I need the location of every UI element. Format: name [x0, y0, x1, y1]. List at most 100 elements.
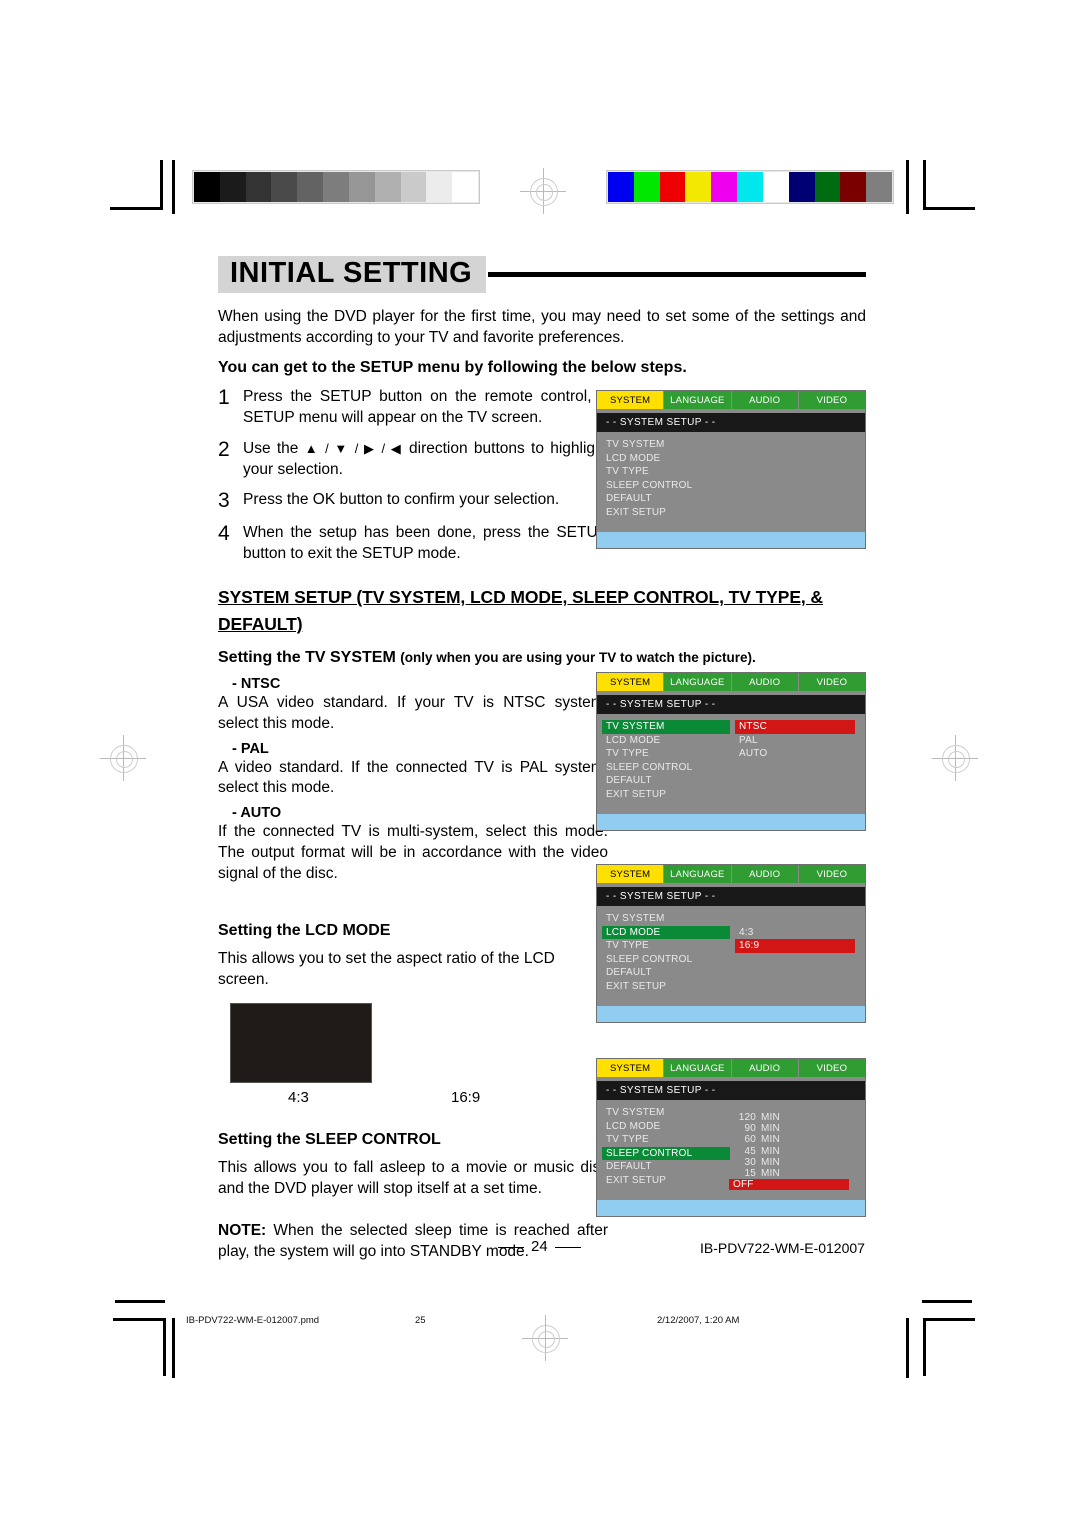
step-text: When the setup has been done, press the … — [243, 523, 608, 562]
osd-tab-language[interactable]: LANGUAGE — [664, 865, 731, 883]
color-swatch — [685, 172, 712, 202]
osd-value-15-min[interactable]: 15 MIN — [729, 1168, 849, 1179]
osd-tab-bar: SYSTEM LANGUAGE AUDIO VIDEO — [597, 865, 865, 883]
print-info-line: IB-PDV722-WM-E-012007.pmd 25 2/12/2007, … — [0, 1315, 1080, 1335]
osd-body: TV SYSTEM LCD MODE TV TYPE SLEEP CONTROL… — [597, 432, 865, 530]
title-rule — [488, 271, 866, 277]
osd-tab-audio[interactable]: AUDIO — [731, 673, 798, 691]
color-swatch — [659, 172, 686, 202]
osd-item-exit-setup[interactable]: EXIT SETUP — [602, 788, 730, 802]
option-label-auto: - AUTO — [232, 805, 282, 822]
lcd-label-16-9: 16:9 — [451, 1088, 481, 1106]
osd-item-sleep-control[interactable]: SLEEP CONTROL — [602, 761, 730, 775]
osd-tab-language[interactable]: LANGUAGE — [664, 673, 731, 691]
osd-header: - - SYSTEM SETUP - - — [597, 413, 865, 432]
step-item: 2 Use the ▲ / ▼ / ▶ / ◀ direction button… — [218, 438, 608, 481]
osd-value-90-min[interactable]: 90 MIN — [729, 1123, 849, 1134]
osd-item-lcd-mode[interactable]: LCD MODE — [602, 452, 730, 466]
osd-footer-bar — [597, 1198, 865, 1216]
osd-value-unit: MIN — [761, 1167, 780, 1179]
tv-system-heading-note: (only when you are using your TV to watc… — [400, 649, 756, 665]
osd-value-30-min[interactable]: 30 MIN — [729, 1157, 849, 1168]
osd-tab-audio[interactable]: AUDIO — [731, 865, 798, 883]
print-page-number: 25 — [415, 1315, 426, 1326]
osd-value-60-min[interactable]: 60 MIN — [729, 1134, 849, 1145]
osd-value-unit: MIN — [761, 1145, 780, 1157]
osd-value-list: 120 MIN 90 MIN 60 MIN 45 MIN 30 MIN 15 MIN OFF — [729, 1112, 849, 1191]
color-swatch — [840, 172, 867, 202]
osd-tab-language[interactable]: LANGUAGE — [664, 391, 731, 409]
color-swatch — [866, 172, 892, 202]
gray-swatch — [245, 172, 272, 202]
osd-item-tv-system[interactable]: TV SYSTEM — [602, 1106, 730, 1120]
tv-system-options: - NTSC A USA video standard. If your TV … — [218, 676, 608, 884]
registration-mark-left — [100, 735, 146, 781]
osd-item-default[interactable]: DEFAULT — [602, 774, 730, 788]
osd-tab-video[interactable]: VIDEO — [798, 673, 865, 691]
osd-item-sleep-control[interactable]: SLEEP CONTROL — [602, 479, 730, 493]
osd-item-exit-setup[interactable]: EXIT SETUP — [602, 980, 730, 994]
osd-menu-items: TV SYSTEM LCD MODE TV TYPE SLEEP CONTROL… — [602, 1106, 730, 1187]
osd-value-unit: MIN — [761, 1156, 780, 1168]
option-text-ntsc: A USA video standard. If your TV is NTSC… — [218, 693, 608, 732]
osd-tab-video[interactable]: VIDEO — [798, 1059, 865, 1077]
osd-item-tv-type[interactable]: TV TYPE — [602, 1133, 730, 1147]
osd-item-default[interactable]: DEFAULT — [602, 1160, 730, 1174]
osd-item-sleep-control[interactable]: SLEEP CONTROL — [602, 1146, 730, 1160]
osd-value-list: NTSC PAL AUTO — [735, 720, 855, 761]
osd-tab-video[interactable]: VIDEO — [798, 865, 865, 883]
osd-item-tv-system[interactable]: TV SYSTEM — [602, 720, 730, 734]
lcd-screen-graphic — [230, 1002, 372, 1083]
osd-tab-system[interactable]: SYSTEM — [597, 1059, 664, 1077]
osd-value-120-min[interactable]: 120 MIN — [729, 1112, 849, 1123]
page-footer: 24 IB-PDV722-WM-E-012007 — [0, 1238, 1080, 1260]
osd-value-number: 120 — [738, 1112, 756, 1123]
intro-paragraph: When using the DVD player for the first … — [218, 308, 866, 346]
gray-swatch — [374, 172, 401, 202]
osd-value-auto[interactable]: AUTO — [735, 747, 855, 761]
osd-tab-audio[interactable]: AUDIO — [731, 1059, 798, 1077]
osd-item-lcd-mode[interactable]: LCD MODE — [602, 1120, 730, 1134]
osd-screen-sleep-control: SYSTEM LANGUAGE AUDIO VIDEO - - SYSTEM S… — [596, 1058, 866, 1217]
osd-item-default[interactable]: DEFAULT — [602, 966, 730, 980]
color-swatch — [737, 172, 763, 202]
osd-item-sleep-control[interactable]: SLEEP CONTROL — [602, 953, 730, 967]
osd-tab-system[interactable]: SYSTEM — [597, 391, 664, 409]
osd-screen-setup-overview: SYSTEM LANGUAGE AUDIO VIDEO - - SYSTEM S… — [596, 390, 866, 549]
osd-tab-video[interactable]: VIDEO — [798, 391, 865, 409]
osd-value-16-9[interactable]: 16:9 — [735, 939, 855, 953]
color-swatch — [814, 172, 841, 202]
osd-item-tv-type[interactable]: TV TYPE — [602, 747, 730, 761]
osd-value-list: 4:3 16:9 — [735, 926, 855, 953]
osd-tab-audio[interactable]: AUDIO — [731, 391, 798, 409]
osd-tab-system[interactable]: SYSTEM — [597, 673, 664, 691]
osd-item-lcd-mode[interactable]: LCD MODE — [602, 925, 730, 939]
note-label: NOTE: — [218, 1222, 267, 1240]
osd-footer-bar — [597, 812, 865, 830]
osd-value-unit: MIN — [761, 1134, 780, 1146]
osd-body: TV SYSTEM LCD MODE TV TYPE SLEEP CONTROL… — [597, 906, 865, 1004]
osd-value-ntsc[interactable]: NTSC — [735, 720, 855, 734]
osd-item-tv-system[interactable]: TV SYSTEM — [602, 438, 730, 452]
step-text: Press the OK button to confirm your sele… — [243, 491, 560, 509]
osd-item-tv-system[interactable]: TV SYSTEM — [602, 912, 730, 926]
page-title-row: INITIAL SETTING — [218, 255, 866, 293]
osd-tab-bar: SYSTEM LANGUAGE AUDIO VIDEO — [597, 391, 865, 409]
osd-item-lcd-mode[interactable]: LCD MODE — [602, 734, 730, 748]
osd-tab-system[interactable]: SYSTEM — [597, 865, 664, 883]
osd-item-default[interactable]: DEFAULT — [602, 492, 730, 506]
page-number-value: 24 — [531, 1238, 548, 1255]
osd-item-exit-setup[interactable]: EXIT SETUP — [602, 506, 730, 520]
osd-value-number: 60 — [744, 1134, 756, 1146]
osd-value-number: 45 — [744, 1145, 756, 1157]
osd-item-exit-setup[interactable]: EXIT SETUP — [602, 1174, 730, 1188]
osd-value-45-min[interactable]: 45 MIN — [729, 1146, 849, 1157]
osd-item-tv-type[interactable]: TV TYPE — [602, 465, 730, 479]
osd-tab-language[interactable]: LANGUAGE — [664, 1059, 731, 1077]
osd-value-off[interactable]: OFF — [729, 1179, 849, 1191]
osd-tab-bar: SYSTEM LANGUAGE AUDIO VIDEO — [597, 1059, 865, 1077]
osd-value-number: 30 — [744, 1156, 756, 1168]
osd-value-pal[interactable]: PAL — [735, 734, 855, 748]
osd-value-4-3[interactable]: 4:3 — [735, 926, 855, 940]
osd-item-tv-type[interactable]: TV TYPE — [602, 939, 730, 953]
